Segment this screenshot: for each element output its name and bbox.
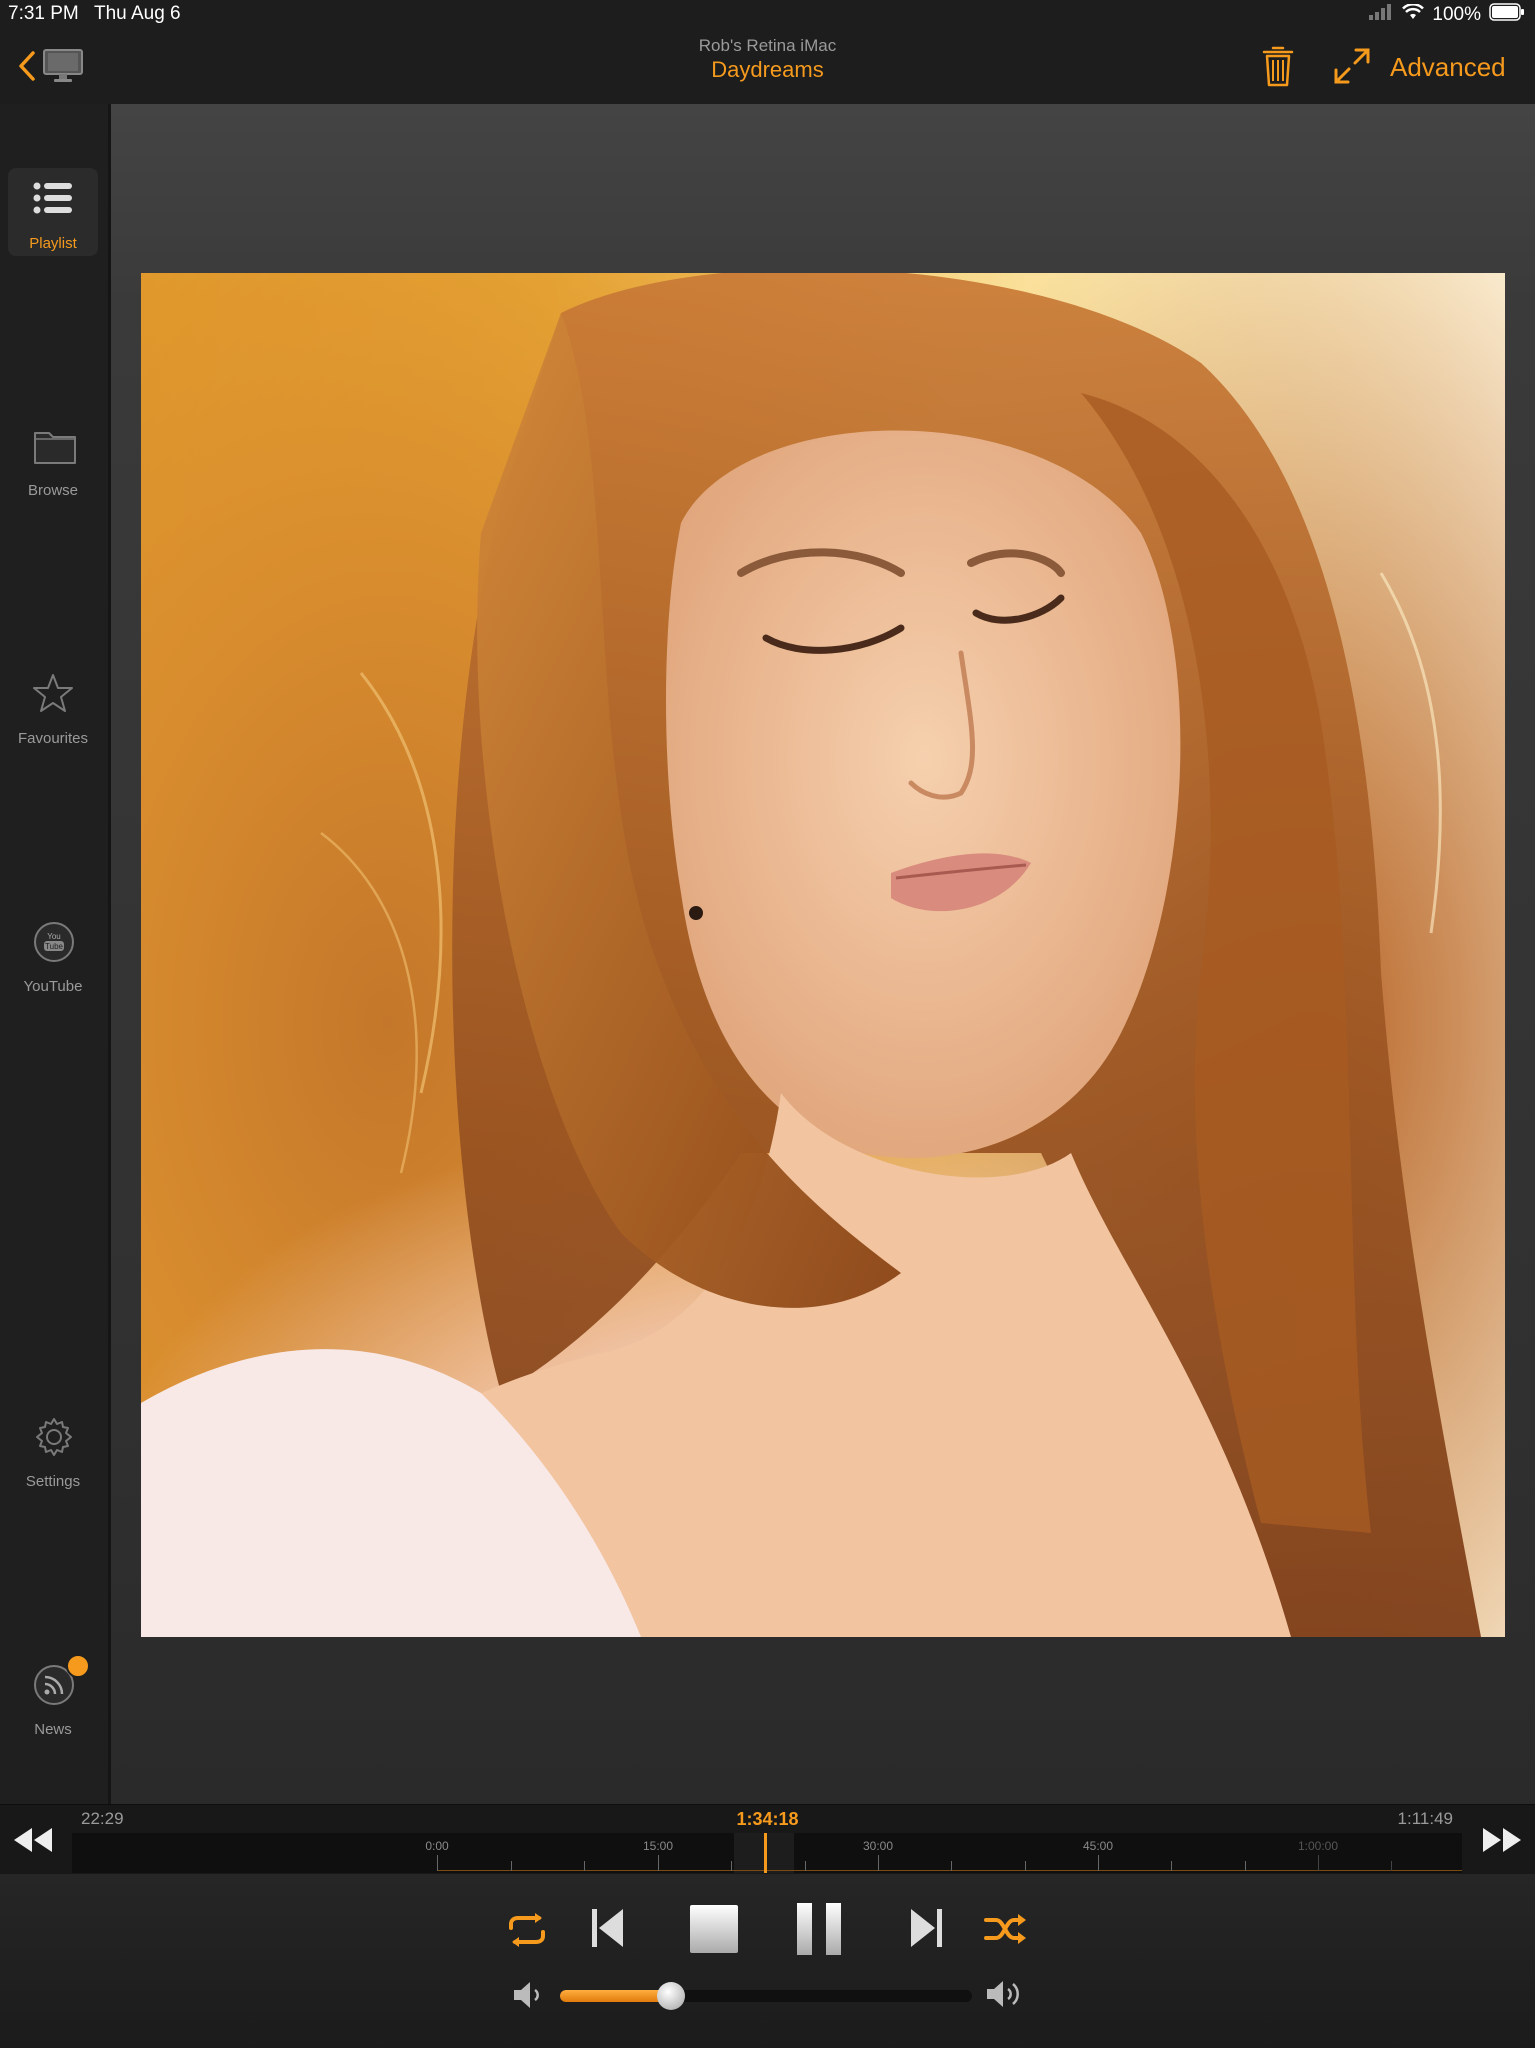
monitor-icon bbox=[42, 48, 84, 89]
gear-icon bbox=[33, 1416, 73, 1456]
tick bbox=[1098, 1855, 1099, 1871]
trash-icon[interactable] bbox=[1262, 44, 1294, 93]
pause-icon[interactable] bbox=[795, 1902, 843, 1961]
news-notification-badge bbox=[66, 1654, 90, 1678]
sidebar-item-label: Settings bbox=[25, 1473, 81, 1490]
volume-high-icon bbox=[985, 1978, 1025, 2015]
current-time: 1:34:18 bbox=[736, 1809, 799, 1829]
tick-label: 1:00:00 bbox=[1297, 1839, 1339, 1853]
status-bar: 7:31 PM Thu Aug 6 100% bbox=[0, 0, 1535, 30]
timeline-bar: 22:29 1:34:18 1:11:49 0:00 15:00 30:00 4… bbox=[0, 1804, 1535, 1875]
sidebar-item-label: Browse bbox=[27, 482, 79, 499]
tick bbox=[511, 1861, 512, 1871]
volume-low-icon bbox=[512, 1980, 544, 2015]
chevron-left-icon bbox=[18, 50, 36, 87]
sidebar-item-label: YouTube bbox=[23, 978, 83, 995]
tick bbox=[878, 1855, 879, 1871]
sidebar-item-settings[interactable]: Settings bbox=[8, 1406, 98, 1494]
folder-icon bbox=[33, 425, 76, 465]
tick bbox=[1391, 1861, 1392, 1871]
stop-icon[interactable] bbox=[689, 1904, 739, 1959]
sidebar-item-browse[interactable]: Browse bbox=[8, 415, 98, 503]
sidebar-item-label: News bbox=[34, 1721, 72, 1738]
tick-label: 45:00 bbox=[1082, 1839, 1114, 1853]
top-bar: Rob's Retina iMac Daydreams Advanced bbox=[0, 30, 1535, 105]
tick bbox=[1025, 1861, 1026, 1871]
sidebar-item-playlist[interactable]: Playlist bbox=[8, 168, 98, 256]
star-icon bbox=[33, 673, 73, 713]
volume-fill bbox=[560, 1990, 672, 2002]
wifi-icon bbox=[1402, 3, 1425, 26]
total-time: 1:11:49 bbox=[1397, 1809, 1453, 1828]
tick-label: 30:00 bbox=[862, 1839, 894, 1853]
transport-controls bbox=[0, 1874, 1535, 2048]
tick-label: 0:00 bbox=[425, 1839, 449, 1853]
tick bbox=[437, 1855, 438, 1871]
tick bbox=[805, 1861, 806, 1871]
previous-track-icon[interactable] bbox=[590, 1906, 626, 1955]
youtube-icon: You Tube bbox=[33, 921, 74, 962]
status-time: 7:31 PM bbox=[8, 3, 79, 24]
signal-icon bbox=[1368, 4, 1394, 26]
sidebar-item-label: Playlist bbox=[29, 235, 77, 252]
fast-forward-icon[interactable] bbox=[1481, 1825, 1523, 1860]
device-name: Rob's Retina iMac bbox=[698, 36, 837, 55]
next-track-icon[interactable] bbox=[908, 1906, 944, 1955]
advanced-button[interactable]: Advanced bbox=[1390, 52, 1506, 83]
sidebar-item-youtube[interactable]: You Tube YouTube bbox=[8, 911, 98, 999]
tick bbox=[1171, 1861, 1172, 1871]
expand-icon[interactable] bbox=[1332, 46, 1372, 91]
tick bbox=[584, 1861, 585, 1871]
tick bbox=[658, 1855, 659, 1871]
now-playing-header: Rob's Retina iMac Daydreams bbox=[0, 36, 1535, 83]
tick bbox=[1318, 1855, 1319, 1871]
repeat-icon[interactable] bbox=[505, 1912, 549, 1953]
sidebar-item-favourites[interactable]: Favourites bbox=[8, 663, 98, 751]
tick bbox=[951, 1861, 952, 1871]
seek-baseline bbox=[437, 1870, 1462, 1871]
playhead[interactable] bbox=[764, 1833, 767, 1873]
sidebar-item-label: Favourites bbox=[17, 730, 89, 747]
volume-slider[interactable] bbox=[560, 1982, 972, 2010]
album-artwork bbox=[141, 273, 1505, 1637]
tick bbox=[1245, 1861, 1246, 1871]
svg-text:Tube: Tube bbox=[45, 942, 63, 951]
tick bbox=[731, 1861, 732, 1871]
shuffle-icon[interactable] bbox=[984, 1912, 1028, 1951]
battery-icon bbox=[1489, 3, 1525, 27]
battery-percent: 100% bbox=[1432, 4, 1481, 25]
status-right: 100% bbox=[1368, 3, 1525, 27]
rewind-icon[interactable] bbox=[12, 1825, 54, 1860]
volume-knob[interactable] bbox=[657, 1982, 686, 2010]
status-date: Thu Aug 6 bbox=[94, 3, 181, 24]
back-button[interactable] bbox=[18, 48, 88, 88]
track-title: Daydreams bbox=[711, 57, 824, 82]
tick-label: 15:00 bbox=[642, 1839, 674, 1853]
svg-text:You: You bbox=[47, 932, 61, 941]
seek-track[interactable]: 0:00 15:00 30:00 45:00 1:00:00 bbox=[72, 1833, 1462, 1873]
list-icon bbox=[33, 178, 73, 218]
